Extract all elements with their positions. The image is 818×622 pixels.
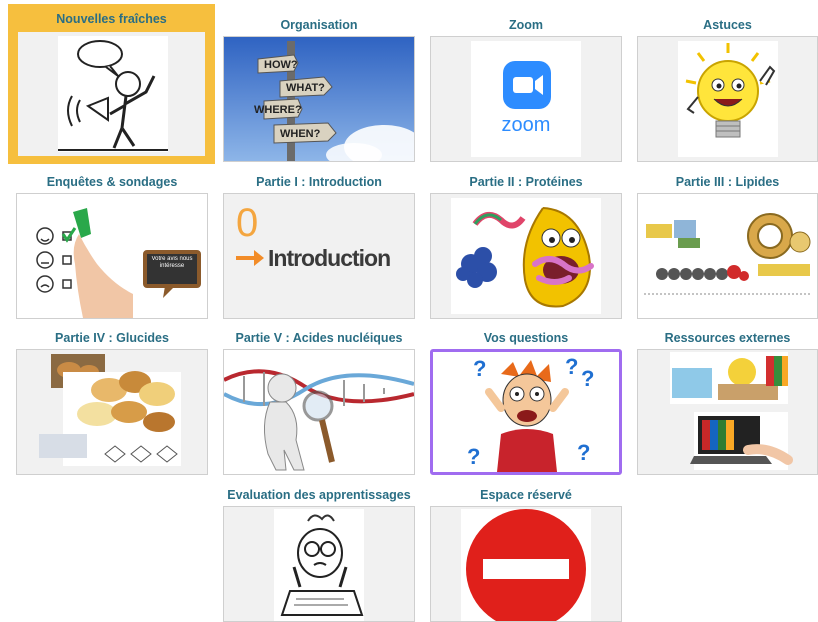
tile-frame bbox=[16, 349, 208, 475]
introduction-icon: 0 Introduction bbox=[224, 194, 414, 318]
tile-frame: zoom bbox=[430, 36, 622, 162]
tile-label: Partie II : Protéines bbox=[469, 175, 583, 189]
tile-nouvelles-fraiches[interactable]: Nouvelles fraîches bbox=[8, 4, 215, 164]
tile-partie-2-proteines[interactable]: Partie II : Protéines bbox=[430, 171, 622, 325]
tile-label: Partie III : Lipides bbox=[675, 175, 780, 189]
svg-text:?: ? bbox=[577, 440, 590, 465]
tile-label: Astuces bbox=[703, 18, 752, 32]
sign-what: WHAT? bbox=[286, 82, 325, 94]
tile-frame bbox=[223, 506, 415, 622]
tile-frame bbox=[637, 349, 818, 475]
tile-zoom[interactable]: Zoom zoom bbox=[430, 14, 622, 168]
sign-when: WHEN? bbox=[280, 128, 321, 140]
lipid-icon bbox=[638, 194, 817, 318]
tile-frame bbox=[430, 193, 622, 319]
tile-label: Zoom bbox=[508, 18, 544, 32]
tile-frame bbox=[637, 36, 818, 162]
protein-icon bbox=[431, 194, 621, 318]
tile-partie-1-introduction[interactable]: Partie I : Introduction 0 Introduction bbox=[223, 171, 415, 325]
sign-where: WHERE? bbox=[254, 104, 302, 116]
tile-frame: Votre avis nous intéresse bbox=[16, 193, 208, 319]
lightbulb-icon bbox=[638, 37, 817, 161]
tile-partie-4-glucides[interactable]: Partie IV : Glucides bbox=[16, 327, 208, 481]
tile-evaluation-apprentissages[interactable]: Evaluation des apprentissages bbox=[223, 484, 415, 622]
tile-frame: 0 Introduction bbox=[223, 193, 415, 319]
tile-frame bbox=[637, 193, 818, 319]
dna-magnifier-icon bbox=[224, 350, 414, 474]
external-resources-icon bbox=[638, 350, 817, 474]
sign-how: HOW? bbox=[264, 59, 298, 71]
zoom-logo-icon: zoom bbox=[431, 37, 621, 161]
tile-ressources-externes[interactable]: Ressources externes bbox=[637, 327, 818, 481]
tile-label: Partie V : Acides nucléiques bbox=[235, 331, 403, 345]
tile-partie-5-acides-nucleiques[interactable]: Partie V : Acides nucléiques bbox=[223, 327, 415, 481]
tile-label: Organisation bbox=[280, 18, 358, 32]
signpost-icon: HOW? WHAT? WHERE? WHEN? bbox=[224, 37, 414, 161]
tile-label: Vos questions bbox=[483, 331, 569, 345]
tile-enquetes-sondages[interactable]: Enquêtes & sondages Votre avis nous inté… bbox=[16, 171, 208, 325]
no-entry-icon bbox=[431, 507, 621, 621]
tile-frame bbox=[18, 32, 205, 156]
thinking-student-icon bbox=[224, 507, 414, 621]
tile-espace-reserve[interactable]: Espace réservé bbox=[430, 484, 622, 622]
survey-hand-icon: Votre avis nous intéresse bbox=[17, 194, 207, 318]
megaphone-person-icon bbox=[18, 32, 205, 156]
svg-text:?: ? bbox=[581, 366, 594, 391]
tile-label: Partie IV : Glucides bbox=[55, 331, 169, 345]
tile-organisation[interactable]: Organisation HOW? WHAT? WHERE? WHEN? bbox=[223, 14, 415, 168]
tile-vos-questions[interactable]: Vos questions ??? ?? bbox=[430, 327, 622, 481]
tile-astuces[interactable]: Astuces bbox=[637, 14, 818, 168]
intro-number: 0 bbox=[236, 201, 258, 245]
tile-label: Ressources externes bbox=[664, 331, 791, 345]
intro-text: Introduction bbox=[268, 245, 390, 271]
svg-text:?: ? bbox=[467, 444, 480, 469]
tile-label: Partie I : Introduction bbox=[256, 175, 382, 189]
carbohydrate-foods-icon bbox=[17, 350, 207, 474]
zoom-logo-text: zoom bbox=[502, 114, 551, 136]
board-text: Votre avis nous intéresse bbox=[151, 256, 193, 269]
tile-frame bbox=[430, 506, 622, 622]
tile-label: Espace réservé bbox=[480, 488, 572, 502]
tile-frame bbox=[223, 349, 415, 475]
svg-text:?: ? bbox=[473, 356, 486, 381]
tile-label: Enquêtes & sondages bbox=[46, 175, 178, 189]
tile-frame: ??? ?? bbox=[430, 349, 622, 475]
tile-label: Nouvelles fraîches bbox=[56, 12, 167, 26]
svg-text:?: ? bbox=[565, 354, 578, 379]
tile-partie-3-lipides[interactable]: Partie III : Lipides bbox=[637, 171, 818, 325]
tile-label: Evaluation des apprentissages bbox=[227, 488, 411, 502]
tile-frame: HOW? WHAT? WHERE? WHEN? bbox=[223, 36, 415, 162]
confused-person-icon: ??? ?? bbox=[433, 352, 619, 472]
